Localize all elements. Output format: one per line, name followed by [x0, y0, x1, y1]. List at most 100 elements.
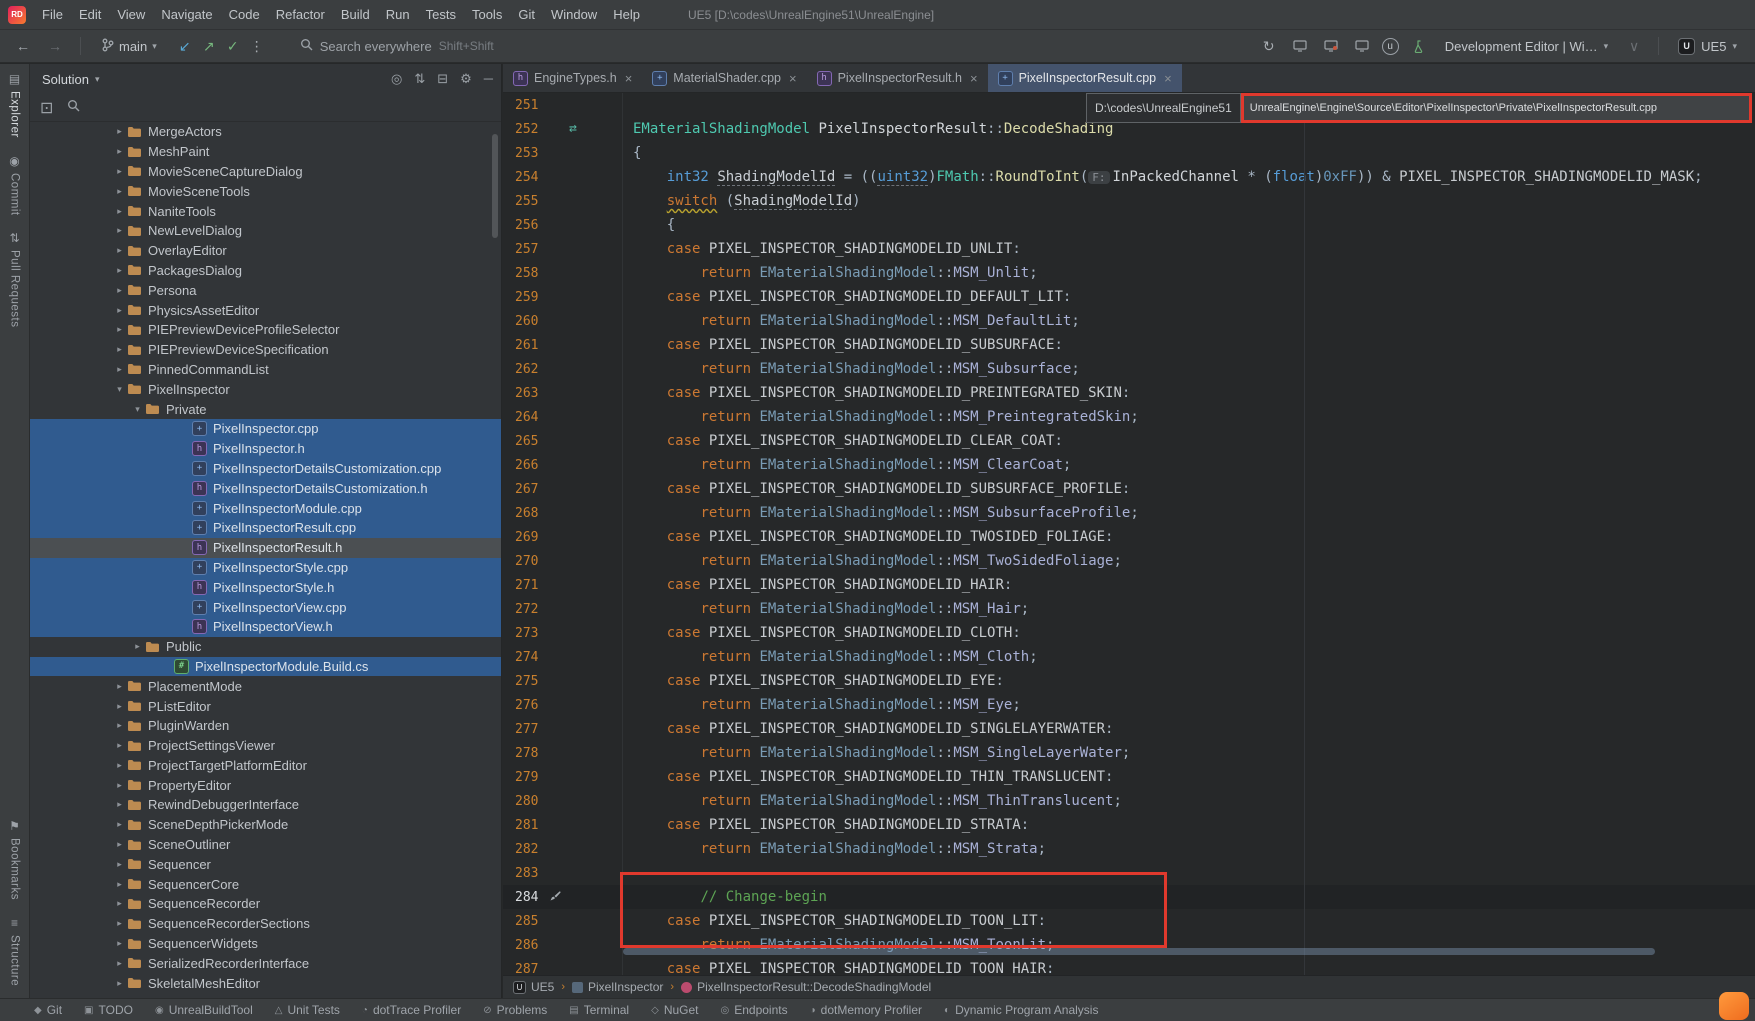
more-actions-icon[interactable]: ⋮: [246, 35, 268, 57]
menu-window[interactable]: Window: [543, 3, 605, 26]
code-line-256[interactable]: 256 {: [503, 213, 1755, 237]
code-text[interactable]: return EMaterialShadingModel::MSM_ClearC…: [622, 453, 1755, 477]
scroll-to-source-icon[interactable]: ⊡: [40, 98, 53, 118]
menu-tools[interactable]: Tools: [464, 3, 510, 26]
status-item-dottrace-profiler[interactable]: ◔dotTrace Profiler: [362, 1003, 461, 1017]
code-text[interactable]: return EMaterialShadingModel::MSM_Preint…: [622, 405, 1755, 429]
code-text[interactable]: case PIXEL_INSPECTOR_SHADINGMODELID_STRA…: [622, 813, 1755, 837]
code-text[interactable]: return EMaterialShadingModel::MSM_Cloth;: [622, 645, 1755, 669]
tree-item-SequencerCore[interactable]: ▸SequencerCore: [30, 874, 501, 894]
tree-item-PIEPreviewDeviceProfileSelector[interactable]: ▸PIEPreviewDeviceProfileSelector: [30, 320, 501, 340]
code-line-257[interactable]: 257 case PIXEL_INSPECTOR_SHADINGMODELID_…: [503, 237, 1755, 261]
hide-panel-icon[interactable]: ─: [484, 71, 493, 87]
gutter[interactable]: [547, 813, 622, 837]
tree-item-PixelInspectorStyle.h[interactable]: hPixelInspectorStyle.h: [30, 577, 501, 597]
tree-item-SequenceRecorder[interactable]: ▸SequenceRecorder: [30, 894, 501, 914]
code-line-267[interactable]: 267 case PIXEL_INSPECTOR_SHADINGMODELID_…: [503, 477, 1755, 501]
run-target-icon[interactable]: [1320, 35, 1342, 57]
locate-file-icon[interactable]: ◎: [391, 71, 402, 87]
line-number[interactable]: 254: [503, 170, 547, 185]
panel-title[interactable]: Solution: [42, 72, 89, 87]
code-line-273[interactable]: 273 case PIXEL_INSPECTOR_SHADINGMODELID_…: [503, 621, 1755, 645]
intention-brush-icon[interactable]: [549, 890, 561, 907]
code-line-264[interactable]: 264 return EMaterialShadingModel::MSM_Pr…: [503, 405, 1755, 429]
code-line-253[interactable]: 253{: [503, 141, 1755, 165]
line-number[interactable]: 282: [503, 842, 547, 857]
breadcrumb-item-PixelInspectorResult::DecodeShadingModel[interactable]: PixelInspectorResult::DecodeShadingModel: [681, 980, 931, 994]
line-number[interactable]: 283: [503, 866, 547, 881]
gutter[interactable]: [547, 285, 622, 309]
gutter[interactable]: [547, 909, 622, 933]
line-number[interactable]: 287: [503, 962, 547, 976]
status-item-endpoints[interactable]: ◎Endpoints: [721, 1003, 788, 1017]
line-number[interactable]: 265: [503, 434, 547, 449]
search-everywhere[interactable]: Search everywhere Shift+Shift: [292, 35, 502, 57]
tab-EngineTypes.h[interactable]: hEngineTypes.h×: [503, 64, 642, 92]
status-item-terminal[interactable]: ▤Terminal: [569, 1003, 629, 1017]
code-line-278[interactable]: 278 return EMaterialShadingModel::MSM_Si…: [503, 741, 1755, 765]
line-number[interactable]: 278: [503, 746, 547, 761]
code-text[interactable]: {: [622, 141, 1755, 165]
tree-item-SkeletalMeshEditor[interactable]: ▸SkeletalMeshEditor: [30, 973, 501, 993]
code-text[interactable]: return EMaterialShadingModel::MSM_Hair;: [622, 597, 1755, 621]
line-number[interactable]: 286: [503, 938, 547, 953]
tree-item-Sequencer[interactable]: ▸Sequencer: [30, 854, 501, 874]
gutter[interactable]: [547, 645, 622, 669]
tree-item-RewindDebuggerInterface[interactable]: ▸RewindDebuggerInterface: [30, 795, 501, 815]
menu-edit[interactable]: Edit: [71, 3, 109, 26]
code-text[interactable]: case PIXEL_INSPECTOR_SHADINGMODELID_HAIR…: [622, 573, 1755, 597]
tree-item-MovieSceneCaptureDialog[interactable]: ▸MovieSceneCaptureDialog: [30, 162, 501, 182]
tree-item-PixelInspectorStyle.cpp[interactable]: +PixelInspectorStyle.cpp: [30, 558, 501, 578]
line-number[interactable]: 279: [503, 770, 547, 785]
tree-item-PixelInspectorDetailsCustomization.h[interactable]: hPixelInspectorDetailsCustomization.h: [30, 478, 501, 498]
sync-icon[interactable]: ↻: [1258, 35, 1280, 57]
chevron-right-icon[interactable]: ▸: [112, 859, 127, 870]
chevron-right-icon[interactable]: ▸: [112, 740, 127, 751]
chevron-right-icon[interactable]: ▸: [112, 344, 127, 355]
tab-PixelInspectorResult.h[interactable]: hPixelInspectorResult.h×: [807, 64, 988, 92]
status-item-todo[interactable]: ▣TODO: [84, 1003, 133, 1017]
line-number[interactable]: 267: [503, 482, 547, 497]
tree-item-NaniteTools[interactable]: ▸NaniteTools: [30, 201, 501, 221]
code-text[interactable]: return EMaterialShadingModel::MSM_ThinTr…: [622, 789, 1755, 813]
tree-item-PIEPreviewDeviceSpecification[interactable]: ▸PIEPreviewDeviceSpecification: [30, 340, 501, 360]
run-target-icon[interactable]: [1289, 35, 1311, 57]
code-line-254[interactable]: 254 int32 ShadingModelId = ((uint32)FMat…: [503, 165, 1755, 189]
menu-refactor[interactable]: Refactor: [268, 3, 333, 26]
status-item-nuget[interactable]: ◇NuGet: [651, 1003, 698, 1017]
chevron-right-icon[interactable]: ▸: [112, 186, 127, 197]
chevron-right-icon[interactable]: ▸: [112, 126, 127, 137]
line-number[interactable]: 256: [503, 218, 547, 233]
line-number[interactable]: 260: [503, 314, 547, 329]
chevron-right-icon[interactable]: ▸: [112, 146, 127, 157]
code-line-261[interactable]: 261 case PIXEL_INSPECTOR_SHADINGMODELID_…: [503, 333, 1755, 357]
gutter[interactable]: [547, 525, 622, 549]
chevron-expand-icon[interactable]: ∨: [1623, 35, 1645, 57]
gutter[interactable]: [547, 669, 622, 693]
chevron-right-icon[interactable]: ▸: [112, 918, 127, 929]
tree-item-PackagesDialog[interactable]: ▸PackagesDialog: [30, 261, 501, 281]
line-number[interactable]: 264: [503, 410, 547, 425]
line-number[interactable]: 261: [503, 338, 547, 353]
code-line-270[interactable]: 270 return EMaterialShadingModel::MSM_Tw…: [503, 549, 1755, 573]
gutter[interactable]: [547, 693, 622, 717]
tree-item-MeshPaint[interactable]: ▸MeshPaint: [30, 142, 501, 162]
gutter[interactable]: [547, 597, 622, 621]
chevron-right-icon[interactable]: ▸: [112, 978, 127, 989]
code-line-268[interactable]: 268 return EMaterialShadingModel::MSM_Su…: [503, 501, 1755, 525]
chevron-right-icon[interactable]: ▸: [112, 760, 127, 771]
chevron-right-icon[interactable]: ▸: [112, 720, 127, 731]
tree-item-PixelInspectorResult.h[interactable]: hPixelInspectorResult.h: [30, 538, 501, 558]
gutter[interactable]: [547, 789, 622, 813]
chevron-down-icon[interactable]: ▾: [130, 404, 145, 415]
line-number[interactable]: 266: [503, 458, 547, 473]
chevron-right-icon[interactable]: ▸: [112, 166, 127, 177]
back-icon[interactable]: ←: [12, 35, 34, 57]
tree-item-Public[interactable]: ▸Public: [30, 637, 501, 657]
code-text[interactable]: case PIXEL_INSPECTOR_SHADINGMODELID_UNLI…: [622, 237, 1755, 261]
status-item-git[interactable]: ◆Git: [34, 1003, 62, 1017]
chevron-right-icon[interactable]: ▸: [112, 958, 127, 969]
git-branch-widget[interactable]: main ▾: [95, 35, 164, 58]
line-number[interactable]: 269: [503, 530, 547, 545]
chevron-right-icon[interactable]: ▸: [112, 265, 127, 276]
